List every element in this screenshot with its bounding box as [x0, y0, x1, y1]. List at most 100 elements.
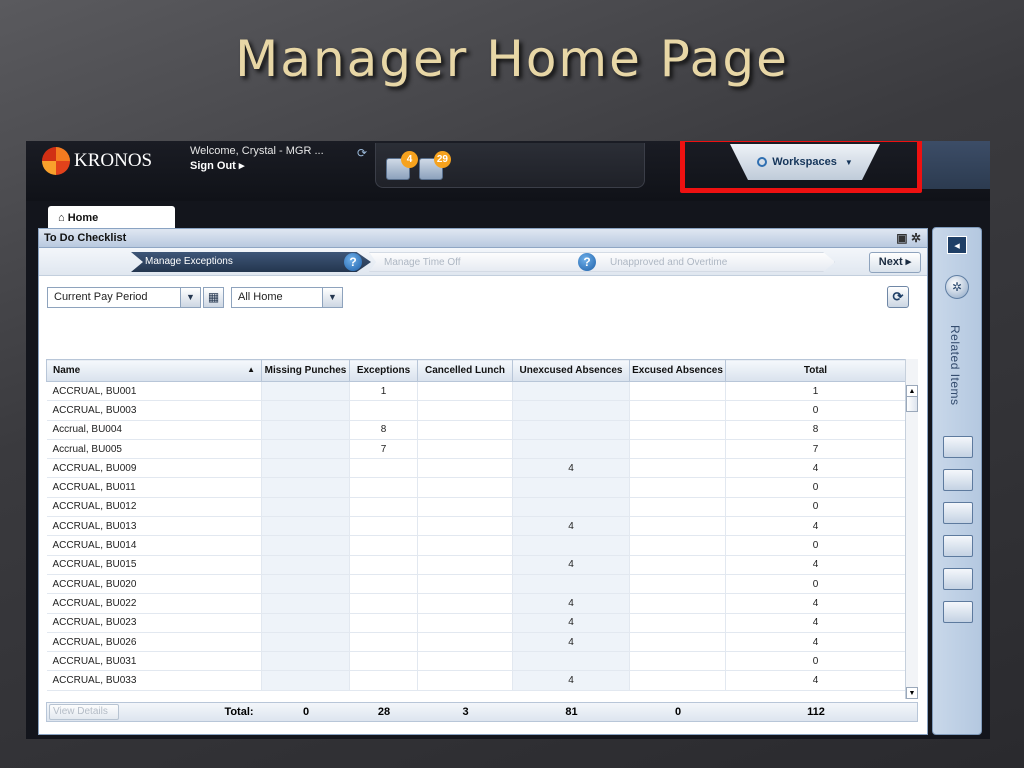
table-row[interactable]: ACCRUAL, BU003 0 [46, 400, 906, 421]
table-row[interactable]: ACCRUAL, BU026 4 4 [46, 632, 906, 653]
chevron-down-icon[interactable]: ▼ [322, 288, 342, 307]
related-item-button[interactable] [943, 568, 973, 590]
step-unapproved-overtime[interactable]: Unapproved and Overtime [595, 252, 835, 272]
calendar-icon[interactable]: ▦ [203, 287, 224, 308]
column-header-exceptions[interactable]: Exceptions [349, 359, 418, 382]
table-cell [417, 574, 513, 595]
notification-tray: 4 29 [375, 143, 645, 188]
help-icon[interactable]: ? [578, 253, 596, 271]
related-item-button[interactable] [943, 535, 973, 557]
panel-controls: ▣ ✲ [896, 231, 921, 245]
globe-icon[interactable]: ✲ [945, 275, 969, 299]
gear-icon[interactable]: ✲ [911, 231, 921, 245]
table-row[interactable]: Accrual, BU005 7 7 [46, 439, 906, 460]
table-cell [629, 458, 726, 479]
slide-title: Manager Home Page [235, 30, 789, 88]
table-row[interactable]: ACCRUAL, BU023 4 4 [46, 613, 906, 633]
table-cell [349, 651, 418, 672]
table-cell: 0 [725, 400, 906, 421]
table-cell [261, 535, 350, 556]
maximize-icon[interactable]: ▣ [896, 231, 907, 245]
table-row[interactable]: Accrual, BU004 8 8 [46, 420, 906, 440]
vertical-scrollbar[interactable]: ▲ ▼ [905, 359, 918, 699]
column-header-excused-absences[interactable]: Excused Absences [629, 359, 726, 382]
table-row[interactable]: ACCRUAL, BU022 4 4 [46, 593, 906, 614]
collapse-icon[interactable]: ◂ [947, 236, 967, 254]
table-cell [629, 420, 726, 440]
table-row[interactable]: ACCRUAL, BU013 4 4 [46, 516, 906, 537]
table-cell [629, 670, 726, 691]
table-cell [512, 477, 630, 498]
table-cell [261, 613, 350, 633]
scroll-down-icon[interactable]: ▼ [906, 687, 918, 699]
related-item-button[interactable] [943, 601, 973, 623]
related-items-label[interactable]: Related Items [948, 325, 962, 406]
column-header-name[interactable]: Name ▲ [46, 359, 262, 382]
inbox-badge: 4 [401, 151, 418, 168]
table-cell: ACCRUAL, BU014 [46, 535, 262, 556]
table-cell [629, 555, 726, 575]
step-bar: Manage Exceptions ? Manage Time Off ? Un… [39, 248, 927, 276]
next-button[interactable]: Next ▸ [869, 252, 921, 273]
table-cell: 4 [725, 555, 906, 575]
table-cell [261, 651, 350, 672]
step-manage-time-off[interactable]: Manage Time Off [369, 252, 609, 272]
table-row[interactable]: ACCRUAL, BU031 0 [46, 651, 906, 672]
table-cell [349, 555, 418, 575]
table-cell: 0 [725, 477, 906, 498]
highlight-box [680, 141, 922, 193]
table-row[interactable]: ACCRUAL, BU033 4 4 [46, 670, 906, 691]
column-header-missing-punches[interactable]: Missing Punches [261, 359, 350, 382]
table-cell [417, 381, 513, 402]
table-row[interactable]: ACCRUAL, BU009 4 4 [46, 458, 906, 479]
pay-period-select[interactable]: Current Pay Period ▼ [47, 287, 201, 308]
table-cell: 4 [725, 458, 906, 479]
table-row[interactable]: ACCRUAL, BU011 0 [46, 477, 906, 498]
refresh-button[interactable]: ⟳ [887, 286, 909, 308]
table-cell: 8 [349, 420, 418, 440]
tasks-icon[interactable]: 29 [419, 151, 451, 180]
table-cell [261, 516, 350, 537]
table-cell [261, 439, 350, 460]
related-item-button[interactable] [943, 502, 973, 524]
totals-row: View Details Total: 0 28 3 81 0 112 [46, 702, 918, 722]
table-row[interactable]: ACCRUAL, BU015 4 4 [46, 555, 906, 575]
column-header-cancelled-lunch[interactable]: Cancelled Lunch [417, 359, 513, 382]
table-cell [629, 497, 726, 518]
table-cell [349, 632, 418, 653]
scroll-thumb[interactable] [906, 396, 918, 412]
panel-title: To Do Checklist [44, 232, 127, 244]
pay-period-value: Current Pay Period [54, 291, 148, 303]
table-cell: 7 [725, 439, 906, 460]
table-cell [417, 458, 513, 479]
session-refresh-icon[interactable]: ⟳ [357, 146, 367, 160]
table-cell [629, 613, 726, 633]
total-unexcused-absences: 81 [565, 706, 578, 718]
table-cell [512, 439, 630, 460]
step-manage-exceptions[interactable]: Manage Exceptions [131, 252, 371, 272]
table-cell [629, 477, 726, 498]
related-item-button[interactable] [943, 469, 973, 491]
table-row[interactable]: ACCRUAL, BU012 0 [46, 497, 906, 518]
table-cell: ACCRUAL, BU013 [46, 516, 262, 537]
table-row[interactable]: ACCRUAL, BU014 0 [46, 535, 906, 556]
table-cell [417, 593, 513, 614]
inbox-icon[interactable]: 4 [386, 151, 418, 180]
column-header-unexcused-absences[interactable]: Unexcused Absences [512, 359, 630, 382]
related-item-button[interactable] [943, 436, 973, 458]
step-label: Unapproved and Overtime [610, 257, 728, 268]
table-row[interactable]: ACCRUAL, BU020 0 [46, 574, 906, 595]
location-select[interactable]: All Home ▼ [231, 287, 343, 308]
view-details-button[interactable]: View Details [49, 704, 119, 720]
table-cell: ACCRUAL, BU015 [46, 555, 262, 575]
table-cell [629, 381, 726, 402]
sign-out-link[interactable]: Sign Out ▸ [190, 159, 324, 174]
top-bar: KRONOS Welcome, Crystal - MGR ... Sign O… [26, 141, 990, 201]
table-cell [417, 420, 513, 440]
table-cell [512, 497, 630, 518]
help-icon[interactable]: ? [344, 253, 362, 271]
table-row[interactable]: ACCRUAL, BU001 1 1 [46, 381, 906, 402]
column-header-total[interactable]: Total [725, 359, 906, 382]
table-cell: 4 [512, 670, 630, 691]
chevron-down-icon[interactable]: ▼ [180, 288, 200, 307]
